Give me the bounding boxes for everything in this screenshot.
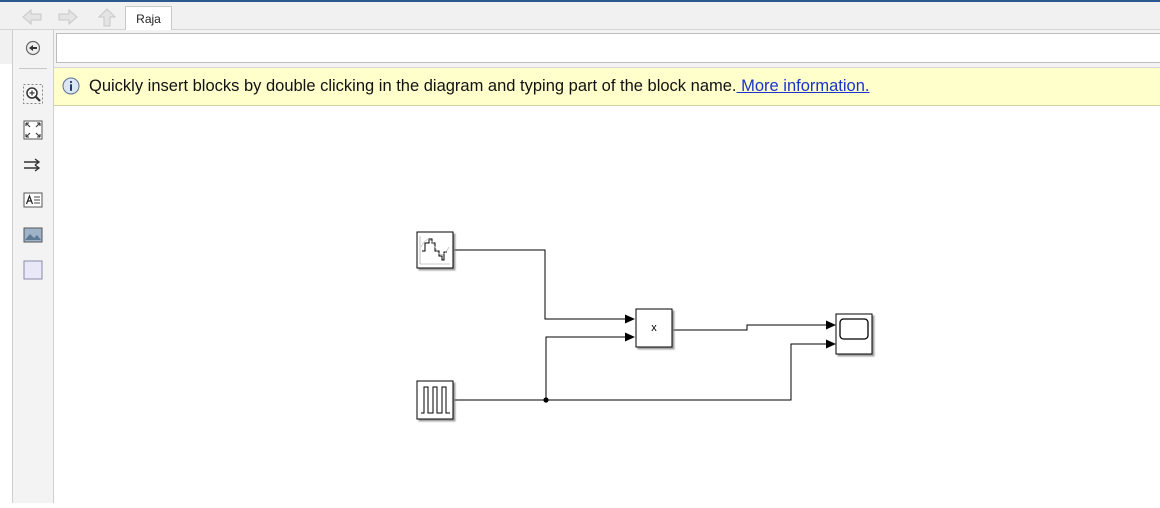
address-bar <box>54 30 1160 68</box>
branch-point <box>543 397 549 403</box>
tab-raja[interactable]: Raja <box>125 6 172 32</box>
product-block[interactable]: x <box>635 308 673 348</box>
signal-branch[interactable] <box>545 336 629 400</box>
back-arrow-icon[interactable] <box>20 7 44 27</box>
signal-line-1[interactable] <box>454 249 629 320</box>
more-information-link[interactable]: More information. <box>737 77 869 95</box>
diagram-canvas[interactable]: x <box>54 106 1160 503</box>
arrow-head-4 <box>826 339 836 349</box>
arrow-head-2 <box>625 332 635 342</box>
palette-separator <box>19 68 47 69</box>
palette <box>13 30 54 503</box>
info-message: Quickly insert blocks by double clicking… <box>89 77 869 96</box>
fit-to-view-icon[interactable] <box>23 120 43 140</box>
model-browser-header <box>0 30 13 64</box>
scope-screen-icon <box>839 318 869 340</box>
zoom-icon[interactable] <box>23 84 43 104</box>
signal-line-2[interactable] <box>454 343 830 401</box>
info-icon <box>62 77 80 95</box>
model-browser-edge <box>0 30 13 503</box>
product-label: x <box>651 322 657 334</box>
up-arrow-icon[interactable] <box>95 7 119 27</box>
signal-generator-block[interactable] <box>416 231 454 269</box>
title-toolbar: Raja <box>0 0 1160 32</box>
diagram-svg: x <box>416 231 873 420</box>
info-message-text: Quickly insert blocks by double clicking… <box>89 77 737 95</box>
scope-block[interactable] <box>835 313 873 355</box>
signal-arrows-icon[interactable] <box>23 155 43 175</box>
annotation-icon[interactable] <box>23 190 43 210</box>
area-icon[interactable] <box>23 260 43 280</box>
address-input[interactable] <box>56 33 1160 63</box>
arrow-head-3 <box>826 320 836 330</box>
signal-line-3[interactable] <box>673 324 830 331</box>
arrow-head-1 <box>625 314 635 324</box>
hide-browser-icon[interactable] <box>23 38 43 58</box>
image-icon[interactable] <box>23 225 43 245</box>
forward-arrow-icon[interactable] <box>56 7 80 27</box>
pulse-generator-block[interactable] <box>416 380 454 420</box>
info-bar: Quickly insert blocks by double clicking… <box>54 68 1160 106</box>
